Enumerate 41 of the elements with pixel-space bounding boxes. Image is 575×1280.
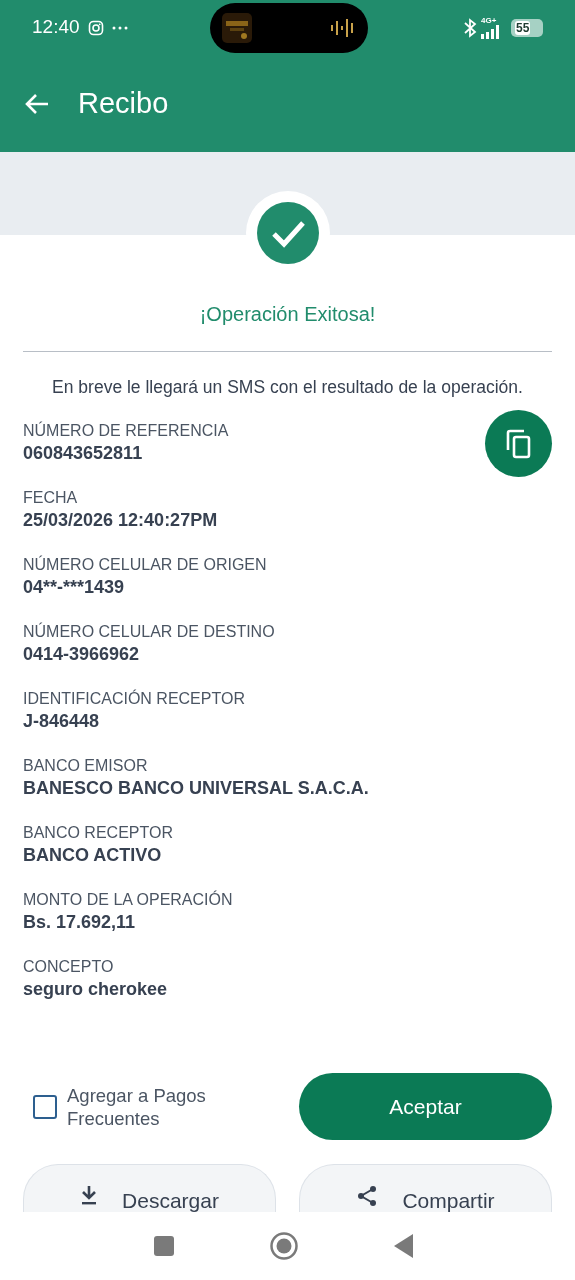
bluetooth-icon: [463, 17, 477, 38]
battery-indicator: 55: [511, 18, 543, 37]
audio-wave-icon: [330, 17, 356, 39]
share-icon: [356, 1185, 379, 1207]
accept-button[interactable]: Aceptar: [299, 1073, 552, 1140]
field-value: BANESCO BANCO UNIVERSAL S.A.C.A.: [23, 777, 369, 801]
recents-icon[interactable]: [152, 1235, 175, 1257]
field-value: 0414-3966962: [23, 643, 141, 667]
field-value: Bs. 17.692,11: [23, 911, 137, 935]
download-button[interactable]: Descargar: [23, 1164, 276, 1212]
field-value: 04**-***1439: [23, 576, 126, 600]
field-label: CONCEPTO: [23, 957, 115, 978]
page-title: Recibo: [78, 85, 169, 121]
network-type: 4G+: [481, 16, 497, 25]
checkbox[interactable]: [33, 1094, 57, 1119]
field-value: seguro cherokee: [23, 978, 168, 1002]
field-label: IDENTIFICACIÓN RECEPTOR: [23, 688, 245, 710]
field-label: NÚMERO CELULAR DE ORIGEN: [23, 554, 267, 576]
field-label: FECHA: [23, 488, 79, 509]
more-icon: [111, 25, 128, 30]
field-label: NÚMERO CELULAR DE DESTINO: [23, 621, 275, 643]
field-label: NÚMERO DE REFERENCIA: [23, 420, 229, 442]
back-icon[interactable]: [392, 1233, 415, 1259]
back-arrow-icon[interactable]: [24, 92, 50, 115]
success-check-icon: [256, 202, 319, 264]
field-value: 060843652811: [23, 442, 144, 466]
field-value: BANCO ACTIVO: [23, 844, 163, 868]
share-button[interactable]: Compartir: [299, 1164, 552, 1212]
field-label: BANCO RECEPTOR: [23, 823, 173, 844]
result-message: En breve le llegará un SMS con el resultado de la operación.: [51, 376, 524, 399]
field-label: BANCO EMISOR: [23, 756, 149, 777]
success-title: ¡Operación Exitosa!: [23, 299, 552, 352]
checkbox-label: Agregar a Pagos Frecuentes: [67, 1083, 207, 1130]
copy-icon: [505, 428, 532, 459]
download-icon: [80, 1185, 99, 1205]
field-value: 25/03/2026 12:40:27PM: [23, 509, 218, 533]
status-time: 12:40: [32, 15, 80, 40]
field-value: J-846448: [23, 710, 101, 734]
camera-app-icon: [87, 19, 104, 36]
field-label: MONTO DE LA OPERACIÓN: [23, 889, 233, 911]
home-icon[interactable]: [268, 1231, 299, 1261]
